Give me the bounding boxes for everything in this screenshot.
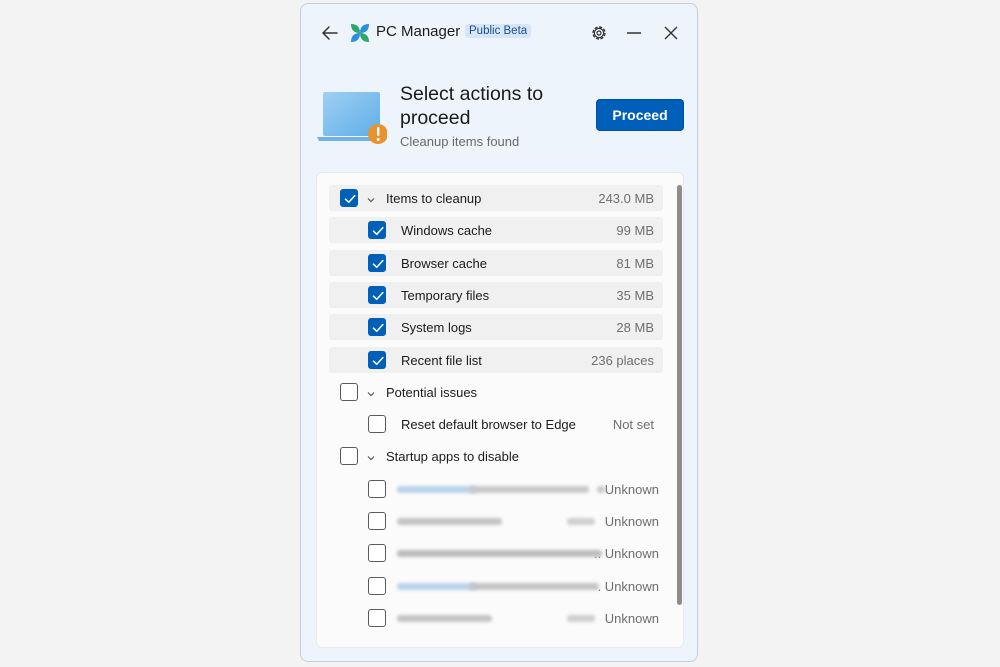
cleanup-item-row[interactable]: Unknown <box>329 508 663 534</box>
item-value: . Unknown <box>597 578 659 594</box>
item-value: 28 MB <box>616 320 654 336</box>
group-label: Items to cleanup <box>386 191 482 206</box>
back-arrow-icon <box>322 26 338 40</box>
cleanup-item-row[interactable]: Recent file list 236 places <box>329 346 663 373</box>
item-checkbox[interactable] <box>368 415 386 434</box>
item-label: Temporary files <box>401 287 490 303</box>
laptop-warning-icon <box>317 90 388 146</box>
group-label: Potential issues <box>386 384 478 400</box>
close-button[interactable] <box>659 21 683 45</box>
item-value: 99 MB <box>616 223 654 239</box>
item-value: Unknown <box>604 481 659 497</box>
group-checkbox[interactable] <box>340 447 358 466</box>
proceed-button[interactable]: Proceed <box>596 99 684 131</box>
minimize-icon <box>627 32 641 34</box>
group-row[interactable]: Items to cleanup 243.0 MB <box>329 185 663 211</box>
item-checkbox[interactable] <box>368 608 386 627</box>
item-value: 81 MB <box>616 255 654 271</box>
gear-icon <box>592 26 606 40</box>
redacted-app-name <box>397 485 477 493</box>
item-label: Browser cache <box>401 255 487 271</box>
settings-button[interactable] <box>587 21 611 45</box>
redacted-app-name <box>567 614 595 622</box>
cleanup-item-row[interactable]: Unknown <box>329 476 663 502</box>
cleanup-list-panel: Items to cleanup 243.0 MB Windows cache 99 … <box>316 172 684 648</box>
item-checkbox[interactable] <box>368 253 386 272</box>
redacted-app-name <box>397 550 602 558</box>
item-checkbox[interactable] <box>368 512 386 530</box>
title-bar: PC Manager Public Beta <box>301 4 697 60</box>
item-value: Not set <box>612 417 654 433</box>
item-value: Unknown <box>604 610 659 626</box>
item-value: .. Unknown <box>593 546 659 562</box>
item-label: Reset default browser to Edge <box>401 417 576 433</box>
redacted-app-name <box>397 582 477 590</box>
group-row[interactable]: Startup apps to disable <box>329 443 663 469</box>
group-value: 243.0 MB <box>598 191 654 206</box>
item-checkbox[interactable] <box>368 576 386 595</box>
close-icon <box>664 26 678 40</box>
item-checkbox[interactable] <box>368 544 386 563</box>
cleanup-item-row[interactable]: Reset default browser to Edge Not set <box>329 411 663 437</box>
item-checkbox[interactable] <box>368 318 386 337</box>
hero-title: Select actions to proceed <box>400 83 544 129</box>
redacted-app-name <box>469 485 589 493</box>
cleanup-item-row[interactable]: . Unknown <box>329 573 663 599</box>
minimize-button[interactable] <box>622 21 646 45</box>
back-button[interactable] <box>319 22 341 44</box>
group-checkbox[interactable] <box>340 382 358 401</box>
cleanup-item-row[interactable]: System logs 28 MB <box>329 314 663 341</box>
chevron-down-icon[interactable] <box>366 193 376 203</box>
cleanup-item-row[interactable]: Browser cache 81 MB <box>329 249 663 276</box>
cleanup-item-row[interactable]: .. Unknown <box>329 540 663 566</box>
item-value: 236 places <box>591 352 654 368</box>
redacted-app-name <box>567 518 595 525</box>
group-checkbox[interactable] <box>340 189 358 207</box>
redacted-app-name <box>469 582 599 590</box>
item-checkbox[interactable] <box>368 350 386 369</box>
cleanup-item-row[interactable]: Temporary files 35 MB <box>329 281 663 308</box>
redacted-app-name <box>597 485 605 493</box>
redacted-app-name <box>397 518 502 525</box>
item-label: Recent file list <box>401 352 482 368</box>
group-row[interactable]: Potential issues <box>329 379 663 405</box>
pc-manager-window: PC Manager Public Beta Select actions to… <box>300 3 698 662</box>
item-checkbox[interactable] <box>368 285 386 304</box>
item-checkbox[interactable] <box>368 221 386 240</box>
app-title: PC Manager <box>376 23 461 40</box>
public-beta-badge: Public Beta <box>465 24 532 38</box>
pc-manager-logo-icon <box>350 23 370 43</box>
item-checkbox[interactable] <box>368 479 386 498</box>
scrollbar[interactable] <box>677 185 682 605</box>
hero-subtitle: Cleanup items found <box>400 134 520 149</box>
item-label: Windows cache <box>401 223 493 239</box>
chevron-down-icon[interactable] <box>366 451 376 461</box>
item-value: 35 MB <box>616 287 654 303</box>
item-value: Unknown <box>604 514 659 529</box>
chevron-down-icon[interactable] <box>366 387 376 397</box>
cleanup-item-row[interactable]: Unknown <box>329 605 663 631</box>
item-label: System logs <box>401 320 472 336</box>
redacted-app-name <box>397 614 492 622</box>
cleanup-item-row[interactable]: Windows cache 99 MB <box>329 217 663 244</box>
group-label: Startup apps to disable <box>386 449 519 465</box>
